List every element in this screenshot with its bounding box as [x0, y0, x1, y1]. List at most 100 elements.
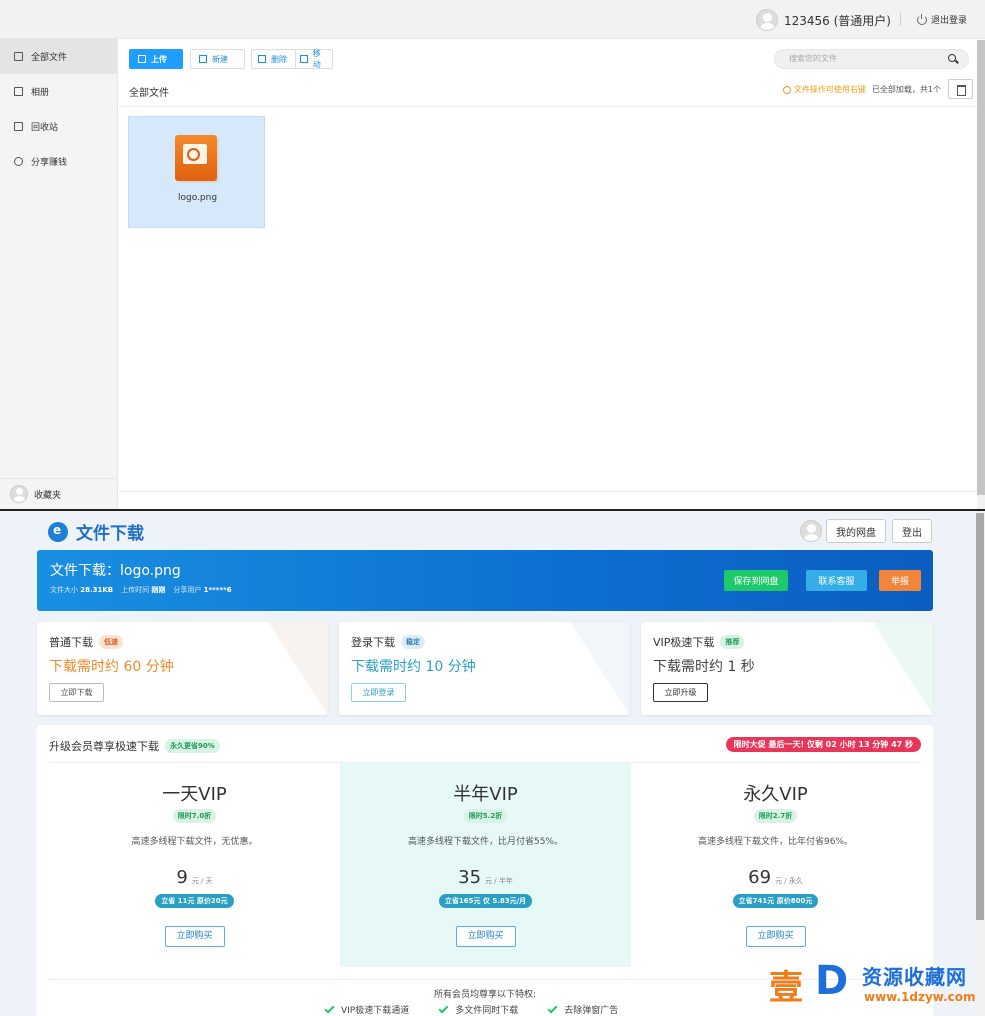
user-menu[interactable]: 123456 (普通用户): [756, 9, 891, 31]
file-manager: 123456 (普通用户) 退出登录 全部文件 相册 回收站 分享赚钱 收藏夹: [0, 0, 985, 509]
download-time: 下载需时约 10 分钟: [351, 659, 476, 675]
tip-warning: 文件操作可使用右键: [782, 84, 866, 95]
download-page: 文件下载 我的网盘 登出 文件下载：logo.png 文件大小 28.31KB …: [0, 511, 985, 1016]
check-icon: [438, 1003, 449, 1013]
image-file-icon: [175, 135, 217, 181]
perks-list: VIP极速下载通道 多文件同时下载 去除弹窗广告: [324, 1003, 619, 1016]
trash-icon: [14, 122, 23, 131]
file-name: logo.png: [177, 193, 218, 203]
search-input[interactable]: 搜索您的文件: [774, 49, 969, 69]
favorites-label: 收藏夹: [34, 490, 62, 501]
file-item[interactable]: logo.png: [128, 116, 265, 228]
report-button[interactable]: 举报: [879, 570, 921, 591]
plan-name: 永久VIP: [743, 784, 808, 805]
view-toggle-button[interactable]: [948, 79, 973, 99]
sidebar-item-album[interactable]: 相册: [0, 74, 117, 109]
logout-button[interactable]: 登出: [892, 519, 932, 543]
watermark-logo: 壹 D 资源收藏网 www.1dzyw.com: [766, 958, 985, 1016]
monitor-icon: [14, 87, 23, 96]
upload-button[interactable]: 上传: [129, 49, 183, 69]
price-unit: 元 / 半年: [485, 877, 513, 885]
move-button[interactable]: 移动: [295, 49, 333, 69]
divider: [119, 106, 977, 107]
vip-header: 升级会员尊享极速下载 永久更省90%: [49, 738, 220, 754]
normal-download-card: 普通下载 低速 下载需时约 60 分钟 立即下载: [37, 622, 328, 715]
perk-item: 多文件同时下载: [438, 1003, 519, 1016]
card-decoration: [873, 622, 933, 715]
file-size-value: 28.31KB: [80, 586, 114, 594]
plan-card-lifetime: 永久VIP 限时2.7折 高速多线程下载文件，比年付省96%。 69 元 / 永久…: [630, 763, 921, 967]
upload-time: 上传时间 刚刚: [121, 585, 165, 595]
upload-icon: [138, 55, 146, 63]
brand[interactable]: 文件下载: [48, 519, 144, 544]
sidebar-favorites[interactable]: 收藏夹: [0, 478, 118, 509]
delete-button[interactable]: 删除: [251, 49, 295, 69]
new-button[interactable]: 新建: [190, 49, 245, 69]
delete-label: 删除: [271, 54, 287, 64]
price-unit: 元 / 永久: [775, 877, 803, 885]
scrollbar[interactable]: [977, 40, 985, 495]
download-time: 下载需时约 1 秒: [653, 659, 755, 675]
buy-button[interactable]: 立即购买: [455, 926, 516, 947]
plan-description: 高速多线程下载文件，无优惠。: [131, 837, 258, 847]
sidebar-item-label: 全部文件: [31, 53, 68, 63]
sidebar-item-recycle-bin[interactable]: 回收站: [0, 109, 117, 144]
plan-description: 高速多线程下载文件，比年付省96%。: [697, 837, 853, 847]
check-icon: [547, 1003, 558, 1013]
discount-badge: 限时7.0折: [172, 809, 217, 823]
scrollbar[interactable]: [976, 513, 984, 920]
buy-button[interactable]: 立即购买: [745, 926, 806, 947]
price-unit: 元 / 天: [191, 877, 213, 885]
save-to-disk-button[interactable]: 保存到网盘: [724, 570, 788, 591]
file-banner: 文件下载：logo.png 文件大小 28.31KB 上传时间 刚刚 分享用户 …: [37, 550, 933, 611]
login-download-card: 登录下载 稳定 下载需时约 10 分钟 立即登录: [339, 622, 630, 715]
perk-label: 多文件同时下载: [455, 1006, 519, 1016]
perk-label: 去除弹窗广告: [564, 1006, 619, 1016]
plan-price: 35 元 / 半年: [340, 867, 631, 888]
breadcrumb[interactable]: 全部文件: [129, 84, 169, 99]
search-icon[interactable]: [948, 54, 956, 62]
download-now-button[interactable]: 立即下载: [49, 683, 104, 702]
vip-download-card: VIP极速下载 推荐 下载需时约 1 秒 立即升级: [641, 622, 933, 715]
share-user-value: 1*****6: [203, 586, 232, 594]
sidebar-item-label: 回收站: [31, 123, 59, 133]
vip-title: 升级会员尊享极速下载: [49, 740, 159, 753]
banner-title: 文件下载：logo.png: [50, 563, 181, 579]
watermark-text: 资源收藏网: [862, 965, 967, 989]
price-value: 69: [748, 867, 772, 888]
sidebar-item-label: 相册: [31, 88, 50, 98]
sidebar-item-share[interactable]: 分享赚钱: [0, 144, 117, 179]
contact-support-button[interactable]: 联系客服: [806, 570, 867, 591]
sidebar-item-all-files[interactable]: 全部文件: [0, 39, 117, 74]
upload-time-value: 刚刚: [151, 586, 166, 594]
watermark-letter: D: [815, 958, 849, 1004]
savings-badge: 立省741元 原价800元: [732, 894, 819, 908]
top-bar: 123456 (普通用户) 退出登录: [0, 0, 985, 39]
upload-label: 上传: [151, 54, 167, 64]
main-panel: 上传 新建 删除 移动 搜索您的文件 全部文件 文件操作可使用右键 已全部加载，…: [119, 40, 977, 509]
card-header: 登录下载 稳定: [351, 634, 425, 650]
plan-price: 69 元 / 永久: [630, 867, 921, 888]
file-meta: 文件大小 28.31KB 上传时间 刚刚 分享用户 1*****6: [50, 585, 232, 595]
watermark-char: 壹: [769, 968, 803, 1008]
savings-badge: 立省 11元 原价20元: [155, 894, 234, 908]
file-size: 文件大小 28.31KB: [50, 585, 113, 595]
move-icon: [300, 55, 308, 63]
power-icon: [916, 13, 927, 25]
sidebar-item-label: 分享赚钱: [31, 158, 68, 168]
login-now-button[interactable]: 立即登录: [351, 683, 406, 702]
logo-icon: [48, 521, 68, 542]
buy-button[interactable]: 立即购买: [164, 926, 225, 947]
price-value: 35: [458, 867, 482, 888]
my-disk-button[interactable]: 我的网盘: [826, 519, 886, 543]
discount-badge: 限时5.2折: [463, 809, 508, 823]
download-time: 下载需时约 60 分钟: [49, 659, 174, 675]
check-icon: [324, 1003, 335, 1013]
logout-button[interactable]: 退出登录: [916, 13, 967, 26]
avatar[interactable]: [800, 520, 822, 542]
upgrade-now-button[interactable]: 立即升级: [653, 683, 708, 702]
card-decoration: [268, 622, 328, 715]
move-label: 移动: [312, 49, 321, 69]
perk-item: VIP极速下载通道: [324, 1003, 409, 1016]
divider: [900, 13, 901, 26]
